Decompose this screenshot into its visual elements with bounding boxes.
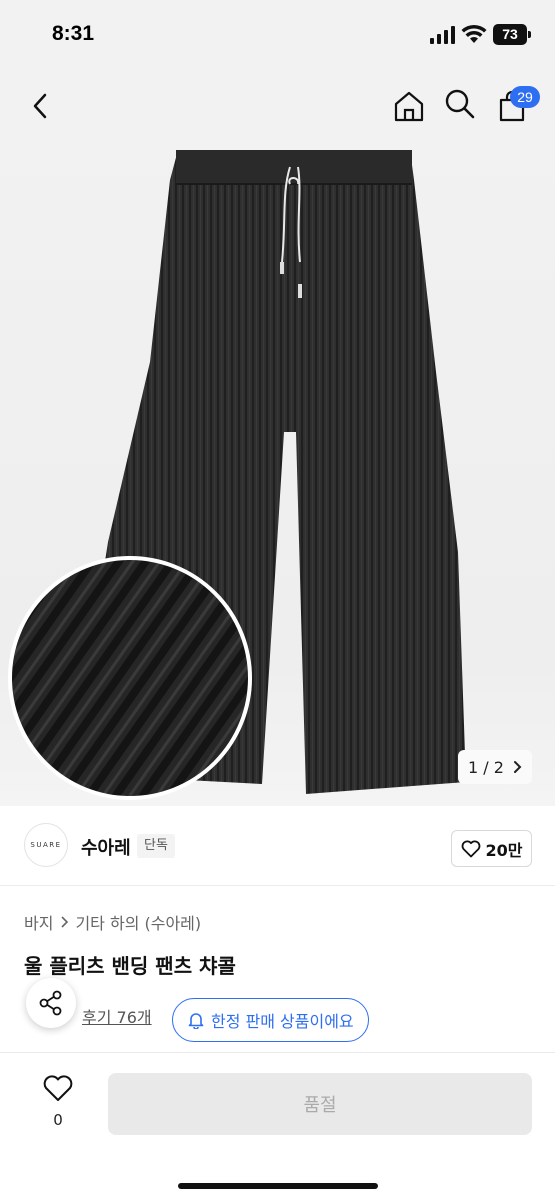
product-title: 울 플리츠 밴딩 팬츠 챠콜 bbox=[24, 954, 236, 978]
battery-cap bbox=[528, 31, 531, 38]
wifi-icon bbox=[461, 24, 487, 43]
heart-icon bbox=[461, 840, 480, 857]
cellular-signal-icon bbox=[430, 26, 455, 44]
product-image bbox=[8, 150, 466, 800]
chevron-right-icon bbox=[61, 916, 69, 928]
brand-logo[interactable]: SUARE bbox=[24, 823, 68, 867]
brand-logo-text: SUARE bbox=[30, 841, 62, 849]
brand-like-button[interactable]: 20만 bbox=[451, 830, 532, 867]
home-button[interactable] bbox=[389, 86, 429, 126]
search-icon bbox=[445, 89, 475, 119]
bottom-action-bar: 0 품절 bbox=[0, 1052, 555, 1200]
wishlist-count: 0 bbox=[53, 1111, 63, 1129]
review-link[interactable]: 후기 76개 bbox=[82, 1004, 152, 1028]
image-counter-label: 1 / 2 bbox=[468, 757, 504, 777]
breadcrumb-category[interactable]: 바지 bbox=[24, 910, 53, 934]
brand-name[interactable]: 수아레 bbox=[81, 834, 131, 860]
battery-indicator: 73 bbox=[493, 24, 527, 45]
bell-icon bbox=[188, 1013, 204, 1029]
brand-row[interactable]: SUARE 수아레 단독 20만 bbox=[0, 806, 555, 886]
breadcrumb: 바지 기타 하의 (수아레) bbox=[24, 910, 201, 934]
status-bar: 8:31 73 bbox=[0, 0, 555, 72]
home-indicator bbox=[178, 1183, 378, 1189]
search-button[interactable] bbox=[440, 84, 480, 124]
status-time: 8:31 bbox=[52, 22, 95, 45]
home-icon bbox=[394, 91, 424, 122]
limited-sale-badge[interactable]: 한정 판매 상품이에요 bbox=[172, 998, 369, 1042]
brand-like-count: 20만 bbox=[485, 840, 523, 860]
chevron-right-icon bbox=[513, 761, 522, 773]
chevron-left-icon bbox=[33, 93, 47, 119]
sold-out-label: 품절 bbox=[303, 1095, 337, 1116]
heart-icon bbox=[43, 1075, 73, 1101]
sold-out-button[interactable]: 품절 bbox=[108, 1073, 532, 1135]
share-button[interactable] bbox=[26, 978, 76, 1028]
cart-count-badge: 29 bbox=[510, 86, 540, 108]
image-counter[interactable]: 1 / 2 bbox=[458, 750, 532, 784]
wishlist-button[interactable]: 0 bbox=[38, 1075, 78, 1129]
review-row: 후기 76개 한정 판매 상품이에요 bbox=[24, 978, 544, 1042]
share-icon bbox=[39, 990, 62, 1016]
limited-sale-label: 한정 판매 상품이에요 bbox=[211, 1012, 354, 1031]
product-image-gallery[interactable]: 29 1 / 2 bbox=[0, 72, 555, 806]
exclusive-tag: 단독 bbox=[137, 834, 175, 858]
back-button[interactable] bbox=[20, 86, 60, 126]
breadcrumb-subcategory[interactable]: 기타 하의 (수아레) bbox=[75, 910, 201, 934]
